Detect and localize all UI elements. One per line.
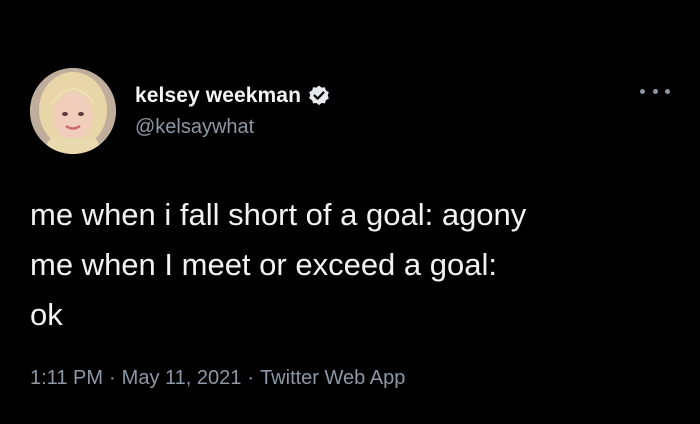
meta-separator: · — [109, 367, 116, 389]
tweet-card: kelsey weekman @kelsaywhat me when i fal… — [0, 0, 700, 424]
verified-badge-icon — [309, 85, 329, 106]
tweet-text: me when i fall short of a goal: agony me… — [30, 190, 680, 340]
more-dot — [640, 88, 645, 94]
more-dot — [665, 88, 670, 94]
user-handle[interactable]: @kelsaywhat — [135, 116, 254, 139]
tweet-time[interactable]: 1:11 PM — [30, 367, 103, 389]
tweet-line: me when i fall short of a goal: agony — [30, 197, 527, 232]
more-options-icon[interactable] — [640, 84, 670, 98]
tweet-line: ok — [30, 297, 63, 332]
display-name-row: kelsey weekman — [135, 82, 331, 110]
more-dot — [652, 88, 658, 94]
tweet-line: me when I meet or exceed a goal: — [30, 247, 497, 282]
meta-separator: · — [247, 367, 255, 389]
display-name[interactable]: kelsey weekman — [135, 84, 301, 108]
tweet-meta: 1:11 PM · May 11, 2021 · Twitter Web App — [30, 367, 405, 390]
avatar-photo-icon — [30, 68, 116, 154]
tweet-date[interactable]: May 11, 2021 — [122, 367, 242, 389]
avatar[interactable] — [30, 68, 116, 154]
tweet-source[interactable]: Twitter Web App — [260, 367, 405, 389]
